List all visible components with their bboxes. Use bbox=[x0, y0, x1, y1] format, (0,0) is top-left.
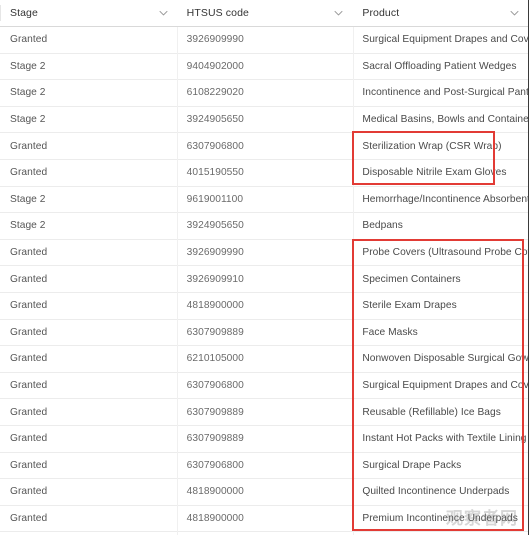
chevron-down-icon[interactable] bbox=[509, 8, 520, 19]
cell-stage: Granted bbox=[0, 373, 177, 399]
chevron-down-icon[interactable] bbox=[158, 8, 169, 19]
cell-htsus-code: 6307906800 bbox=[177, 133, 353, 159]
table-row[interactable]: Granted6307909889Reusable (Refillable) I… bbox=[0, 399, 528, 426]
cell-htsus-code: 6307909889 bbox=[177, 320, 353, 346]
column-header-stage-label: Stage bbox=[0, 7, 38, 19]
cell-htsus-code: 4818900000 bbox=[177, 293, 353, 319]
cell-product: Nonwoven Disposable Surgical Gowns bbox=[352, 346, 528, 372]
cell-product: Reusable (Refillable) Ice Bags bbox=[352, 399, 528, 425]
cell-htsus-code: 3926909990 bbox=[177, 27, 353, 53]
cell-product: Surgical Drape Packs bbox=[352, 453, 528, 479]
table-header-row: Stage HTSUS code Product bbox=[0, 0, 528, 27]
cell-product: Instant Hot Packs with Textile Lining bbox=[352, 426, 528, 452]
cell-stage: Granted bbox=[0, 133, 177, 159]
cell-stage: Granted bbox=[0, 453, 177, 479]
table-row[interactable]: Stage 26108229020Incontinence and Post-S… bbox=[0, 80, 528, 107]
scrollbar-track[interactable] bbox=[523, 0, 527, 535]
cell-stage: Granted bbox=[0, 240, 177, 266]
table-row[interactable]: Granted6307906800Surgical Drape Packs bbox=[0, 453, 528, 480]
cell-htsus-code: 4818900000 bbox=[177, 479, 353, 505]
cell-htsus-code: 9619001100 bbox=[177, 187, 353, 213]
data-table-viewport[interactable]: Stage HTSUS code Product Granted39269099… bbox=[0, 0, 529, 535]
column-divider bbox=[177, 27, 178, 535]
column-header-htsus-code[interactable]: HTSUS code bbox=[177, 0, 353, 26]
cell-product: Quilted Incontinence Underpads bbox=[352, 479, 528, 505]
table-row[interactable]: Granted3926909990Surgical Equipment Drap… bbox=[0, 27, 528, 54]
cell-stage: Stage 2 bbox=[0, 187, 177, 213]
table-row[interactable]: Granted6307906800Sterilization Wrap (CSR… bbox=[0, 133, 528, 160]
table-body: Granted3926909990Surgical Equipment Drap… bbox=[0, 27, 528, 532]
table-row[interactable]: Granted6210105000Nonwoven Disposable Sur… bbox=[0, 346, 528, 373]
cell-htsus-code: 6307909889 bbox=[177, 399, 353, 425]
cell-htsus-code: 6307906800 bbox=[177, 373, 353, 399]
cell-htsus-code: 3924905650 bbox=[177, 107, 353, 133]
column-header-product-label: Product bbox=[352, 7, 399, 19]
cell-product: Surgical Equipment Drapes and Covers bbox=[352, 373, 528, 399]
cell-htsus-code: 4818900000 bbox=[177, 506, 353, 532]
cell-product: Bedpans bbox=[352, 213, 528, 239]
cell-stage: Granted bbox=[0, 346, 177, 372]
table-row[interactable]: Stage 29619001100Hemorrhage/Incontinence… bbox=[0, 187, 528, 214]
column-header-product[interactable]: Product bbox=[352, 0, 528, 26]
cell-product: Probe Covers (Ultrasound Probe Covers) bbox=[352, 240, 528, 266]
table-row[interactable]: Granted4015190550Disposable Nitrile Exam… bbox=[0, 160, 528, 187]
table-row[interactable]: Granted6307906800Surgical Equipment Drap… bbox=[0, 373, 528, 400]
cell-stage: Granted bbox=[0, 426, 177, 452]
cell-product: Sterile Exam Drapes bbox=[352, 293, 528, 319]
column-header-stage[interactable]: Stage bbox=[0, 0, 177, 26]
table-row[interactable]: Stage 23924905650Medical Basins, Bowls a… bbox=[0, 107, 528, 134]
cell-product: Medical Basins, Bowls and Containers bbox=[352, 107, 528, 133]
cell-product: Specimen Containers bbox=[352, 266, 528, 292]
column-divider bbox=[0, 5, 1, 21]
cell-stage: Granted bbox=[0, 160, 177, 186]
cell-product: Disposable Nitrile Exam Gloves bbox=[352, 160, 528, 186]
cell-product: Premium Incontinence Underpads bbox=[352, 506, 528, 532]
cell-stage: Stage 2 bbox=[0, 107, 177, 133]
cell-stage: Granted bbox=[0, 266, 177, 292]
cell-htsus-code: 6210105000 bbox=[177, 346, 353, 372]
cell-htsus-code: 6307909889 bbox=[177, 426, 353, 452]
column-header-htsus-code-label: HTSUS code bbox=[177, 7, 249, 19]
cell-stage: Stage 2 bbox=[0, 54, 177, 80]
cell-htsus-code: 3924905650 bbox=[177, 213, 353, 239]
table-row[interactable]: Granted4818900000Premium Incontinence Un… bbox=[0, 506, 528, 533]
cell-stage: Granted bbox=[0, 293, 177, 319]
cell-stage: Granted bbox=[0, 27, 177, 53]
cell-htsus-code: 6108229020 bbox=[177, 80, 353, 106]
cell-htsus-code: 3926909910 bbox=[177, 266, 353, 292]
table-row[interactable]: Stage 29404902000Sacral Offloading Patie… bbox=[0, 54, 528, 81]
table-row[interactable]: Granted6307909889Face Masks bbox=[0, 320, 528, 347]
cell-htsus-code: 4015190550 bbox=[177, 160, 353, 186]
table-row[interactable]: Granted4818900000Sterile Exam Drapes bbox=[0, 293, 528, 320]
chevron-down-icon[interactable] bbox=[333, 8, 344, 19]
cell-stage: Stage 2 bbox=[0, 213, 177, 239]
cell-stage: Granted bbox=[0, 320, 177, 346]
column-divider bbox=[353, 27, 354, 535]
cell-stage: Granted bbox=[0, 506, 177, 532]
table-row[interactable]: Granted3926909910Specimen Containers bbox=[0, 266, 528, 293]
cell-product: Hemorrhage/Incontinence Absorbent ... bbox=[352, 187, 528, 213]
cell-stage: Granted bbox=[0, 479, 177, 505]
cell-stage: Granted bbox=[0, 399, 177, 425]
cell-htsus-code: 9404902000 bbox=[177, 54, 353, 80]
cell-stage: Stage 2 bbox=[0, 80, 177, 106]
cell-product: Surgical Equipment Drapes and Covers bbox=[352, 27, 528, 53]
table-row[interactable]: Granted3926909990Probe Covers (Ultrasoun… bbox=[0, 240, 528, 267]
cell-product: Incontinence and Post-Surgical Pants bbox=[352, 80, 528, 106]
cell-product: Sterilization Wrap (CSR Wrap) bbox=[352, 133, 528, 159]
cell-htsus-code: 6307906800 bbox=[177, 453, 353, 479]
table-row[interactable]: Granted6307909889Instant Hot Packs with … bbox=[0, 426, 528, 453]
table-row[interactable]: Stage 23924905650Bedpans bbox=[0, 213, 528, 240]
cell-product: Sacral Offloading Patient Wedges bbox=[352, 54, 528, 80]
table-row[interactable]: Granted4818900000Quilted Incontinence Un… bbox=[0, 479, 528, 506]
cell-htsus-code: 3926909990 bbox=[177, 240, 353, 266]
cell-product: Face Masks bbox=[352, 320, 528, 346]
